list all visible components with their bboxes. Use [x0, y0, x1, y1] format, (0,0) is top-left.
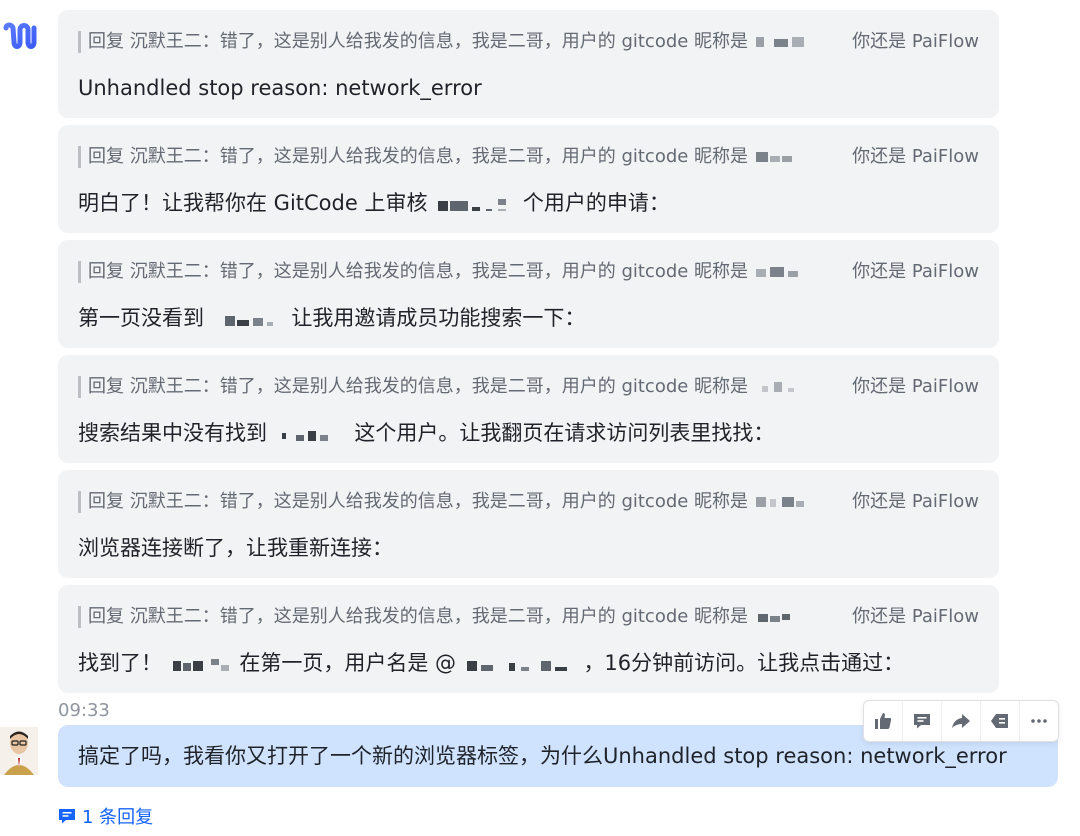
- message-body: Unhandled stop reason: network_error: [78, 76, 482, 100]
- bot-message: 回复 沉默王二：错了，这是别人给我发的信息，我是二哥，用户的 gitcode 昵…: [58, 470, 999, 578]
- thumbs-up-icon: [875, 713, 892, 729]
- reply-count-label: 1 条回复: [82, 807, 154, 828]
- redacted-text: [755, 152, 792, 162]
- redacted-text: [172, 659, 229, 671]
- redacted-text: [224, 316, 273, 326]
- message-body: 明白了！让我帮你在 GitCode 上审核 个用户的申请：: [78, 191, 670, 215]
- redacted-text: [761, 382, 794, 392]
- quote-reply-button[interactable]: [981, 701, 1020, 741]
- message-body: 浏览器连接断了，让我重新连接：: [78, 536, 393, 560]
- bot-message: 回复 沉默王二：错了，这是别人给我发的信息，我是二哥，用户的 gitcode 昵…: [58, 585, 999, 693]
- comment-icon: [59, 809, 75, 824]
- reply-quote: 回复 沉默王二：错了，这是别人给我发的信息，我是二哥，用户的 gitcode 昵…: [78, 606, 989, 628]
- reply-quote: 回复 沉默王二：错了，这是别人给我发的信息，我是二哥，用户的 gitcode 昵…: [78, 261, 989, 283]
- comment-button[interactable]: [903, 701, 942, 741]
- more-button[interactable]: [1020, 701, 1058, 741]
- message-body: 搜索结果中没有找到 这个用户。让我翻页在请求访问列表里找找：: [78, 421, 775, 445]
- reply-quote: 回复 沉默王二：错了，这是别人给我发的信息，我是二哥，用户的 gitcode 昵…: [78, 491, 989, 513]
- bot-avatar[interactable]: [0, 18, 40, 58]
- reply-quote: 回复 沉默王二：错了，这是别人给我发的信息，我是二哥，用户的 gitcode 昵…: [78, 146, 989, 168]
- forward-button[interactable]: [942, 701, 981, 741]
- redacted-text: [438, 199, 507, 211]
- bot-message: 回复 沉默王二：错了，这是别人给我发的信息，我是二哥，用户的 gitcode 昵…: [58, 355, 999, 463]
- redacted-text: [755, 37, 804, 47]
- forward-icon: [952, 714, 970, 728]
- reply-count-link[interactable]: 1 条回复: [58, 803, 153, 829]
- comment-icon: [914, 714, 930, 729]
- user-avatar[interactable]: [0, 727, 38, 775]
- more-icon: [1031, 719, 1047, 723]
- redacted-text: [757, 614, 790, 622]
- like-button[interactable]: [864, 701, 903, 741]
- message-body: 找到了！ 在第一页，用户名是 @ ，16分钟前访问。让我点击通过：: [78, 651, 905, 675]
- reply-quote: 回复 沉默王二：错了，这是别人给我发的信息，我是二哥，用户的 gitcode 昵…: [78, 31, 989, 53]
- redacted-text: [755, 497, 804, 507]
- redacted-text: [281, 431, 328, 441]
- message-actions-toolbar: [863, 700, 1059, 742]
- bot-message: 回复 沉默王二：错了，这是别人给我发的信息，我是二哥，用户的 gitcode 昵…: [58, 240, 999, 348]
- bot-message: 回复 沉默王二：错了，这是别人给我发的信息，我是二哥，用户的 gitcode 昵…: [58, 125, 999, 233]
- reply-icon: [991, 714, 1008, 728]
- redacted-text: [466, 661, 567, 671]
- reply-quote: 回复 沉默王二：错了，这是别人给我发的信息，我是二哥，用户的 gitcode 昵…: [78, 376, 989, 398]
- message-body: 第一页没看到 让我用邀请成员功能搜索一下：: [78, 306, 586, 330]
- bot-message: 回复 沉默王二：错了，这是别人给我发的信息，我是二哥，用户的 gitcode 昵…: [58, 10, 999, 118]
- redacted-text: [755, 267, 798, 277]
- message-timestamp: 09:33: [58, 700, 110, 721]
- user-message-text: 搞定了吗，我看你又打开了一个新的浏览器标签，为什么Unhandled stop …: [78, 744, 1007, 768]
